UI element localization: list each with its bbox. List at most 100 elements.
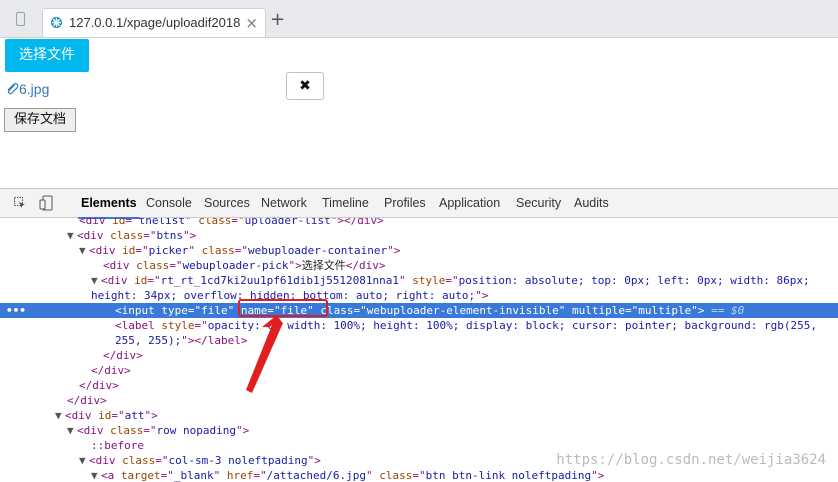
tag-token: =" — [625, 304, 639, 317]
dom-line[interactable]: height: 34px; overflow: hidden; bottom: … — [0, 288, 838, 303]
tag-token: <div — [89, 244, 123, 257]
expand-triangle-icon[interactable]: ▼ — [79, 243, 89, 258]
dom-line[interactable]: </div> — [0, 363, 838, 378]
save-document-button[interactable]: 保存文档 — [4, 108, 76, 132]
tag-token: <div — [79, 218, 113, 227]
dom-line[interactable]: ▼ <div id="picker" class="webuploader-con… — [0, 243, 838, 258]
tag-token: <div — [77, 229, 111, 242]
tag-token: =" — [234, 244, 248, 257]
dom-line[interactable]: ▼ <div class="btns"> — [0, 228, 838, 243]
device-toolbar-icon[interactable] — [39, 195, 55, 211]
dom-line[interactable]: <div id="thelist" class="uploader-list">… — [0, 218, 838, 228]
tab-sources[interactable]: Sources — [204, 196, 250, 210]
attr-name: class — [136, 259, 170, 272]
dom-line[interactable]: ▼ <a target="_blank" href="/attached/6.jp… — [0, 468, 838, 482]
tag-token: <div — [77, 424, 111, 437]
device-icon[interactable] — [16, 12, 25, 26]
attr-name: id — [134, 274, 148, 287]
tag-token: </div> — [91, 364, 131, 377]
devtools-toolbar: Elements Console Sources Network Timelin… — [0, 189, 838, 219]
tag-token: " — [399, 274, 413, 287]
attr-value: picker — [148, 244, 189, 257]
selected-marker: == $0 — [704, 304, 745, 317]
dom-line[interactable]: ::before — [0, 438, 838, 453]
tag-token: =" — [194, 319, 208, 332]
attr-name: id — [122, 244, 136, 257]
expand-triangle-icon[interactable]: ▼ — [79, 453, 89, 468]
tag-token: "> — [475, 289, 489, 302]
tag-token: </div> — [345, 259, 386, 272]
tag-token: <div — [89, 454, 123, 467]
tab-network[interactable]: Network — [261, 196, 307, 210]
devtools-panel: Elements Console Sources Network Timelin… — [0, 188, 838, 482]
tag-token: "> — [183, 229, 197, 242]
dom-line[interactable]: </div> — [0, 378, 838, 393]
dom-line[interactable]: <label style="opacity: 0; width: 100%; h… — [0, 318, 838, 333]
tag-token: "></label> — [181, 334, 248, 347]
dom-line[interactable]: </div> — [0, 348, 838, 363]
tag-token: "> — [591, 469, 605, 482]
attr-name: id — [112, 218, 126, 227]
dom-line[interactable]: ▼ <div id="att"> — [0, 408, 838, 423]
dom-line[interactable]: ▼ <div class="row nopading"> — [0, 423, 838, 438]
attr-name: target — [120, 469, 161, 482]
attr-name: id — [98, 409, 112, 422]
attr-value: /attached/6.jpg — [266, 469, 366, 482]
attr-value: webuploader-element-invisible — [366, 304, 559, 317]
attr-value: file — [201, 304, 228, 317]
dom-line[interactable]: ▼ <div id="rt_rt_1cd7ki2uu1pf61dib1j55120… — [0, 273, 838, 288]
tag-token: " — [188, 244, 202, 257]
tag-token: "> — [288, 259, 302, 272]
tab-close-icon[interactable]: × — [245, 14, 258, 32]
tag-token: =" — [143, 424, 157, 437]
attr-name: href — [226, 469, 254, 482]
tag-token: "> — [235, 424, 250, 437]
tab-profiles[interactable]: Profiles — [384, 196, 426, 210]
expand-triangle-icon[interactable]: ▼ — [91, 468, 101, 482]
pick-file-button[interactable]: 选择文件 — [5, 39, 89, 72]
tag-token: =" — [169, 259, 183, 272]
close-icon: ✖ — [299, 78, 311, 94]
tag-token: <a — [101, 469, 121, 482]
tab-timeline[interactable]: Timeline — [322, 196, 369, 210]
tag-token: <div — [101, 274, 135, 287]
tab-security[interactable]: Security — [516, 196, 561, 210]
tag-token: =" — [160, 469, 174, 482]
attr-value: thelist — [138, 218, 185, 227]
attr-name: class — [122, 454, 156, 467]
favicon-icon — [51, 17, 62, 28]
dom-line[interactable]: </div> — [0, 393, 838, 408]
tag-token: =" — [135, 244, 149, 257]
tag-token: =" — [353, 304, 367, 317]
attr-value: position: absolute; top: 0px; left: 0px;… — [458, 274, 810, 287]
attr-value: att — [124, 409, 145, 422]
tag-token: " — [365, 469, 380, 482]
attr-name: style — [412, 274, 446, 287]
watermark: https://blog.csdn.net/weijia3624 — [556, 452, 826, 468]
remove-file-button[interactable]: ✖ — [286, 72, 324, 100]
tab-application[interactable]: Application — [439, 196, 500, 210]
tag-token: =" — [187, 304, 202, 317]
expand-triangle-icon[interactable]: ▼ — [67, 423, 77, 438]
expand-triangle-icon[interactable]: ▼ — [67, 228, 77, 243]
selected-dots-icon[interactable]: ••• — [6, 303, 26, 318]
tag-token: <input — [115, 304, 162, 317]
tag-token: =" — [125, 218, 139, 227]
expand-triangle-icon[interactable]: ▼ — [91, 273, 101, 288]
tag-token: =" — [143, 229, 157, 242]
dom-line[interactable]: <div class="webuploader-pick">选择文件</div> — [0, 258, 838, 273]
inspect-element-icon[interactable] — [14, 197, 26, 209]
browser-tab[interactable]: 127.0.0.1/xpage/uploadif2018 × — [42, 8, 266, 37]
expand-triangle-icon[interactable]: ▼ — [55, 408, 65, 423]
attr-name: class — [201, 244, 235, 257]
tag-token: =" — [231, 218, 245, 227]
tab-elements[interactable]: Elements — [78, 196, 140, 219]
tab-audits[interactable]: Audits — [574, 196, 609, 210]
tab-console[interactable]: Console — [146, 196, 192, 210]
tag-token: "> — [691, 304, 705, 317]
new-tab-button[interactable]: + — [270, 11, 285, 29]
dom-line-selected[interactable]: <input type="file" name="file" class="we… — [0, 303, 838, 318]
file-link[interactable]: 6.jpg — [5, 81, 49, 97]
dom-line[interactable]: 255, 255);"></label> — [0, 333, 838, 348]
tag-token: <label — [115, 319, 162, 332]
